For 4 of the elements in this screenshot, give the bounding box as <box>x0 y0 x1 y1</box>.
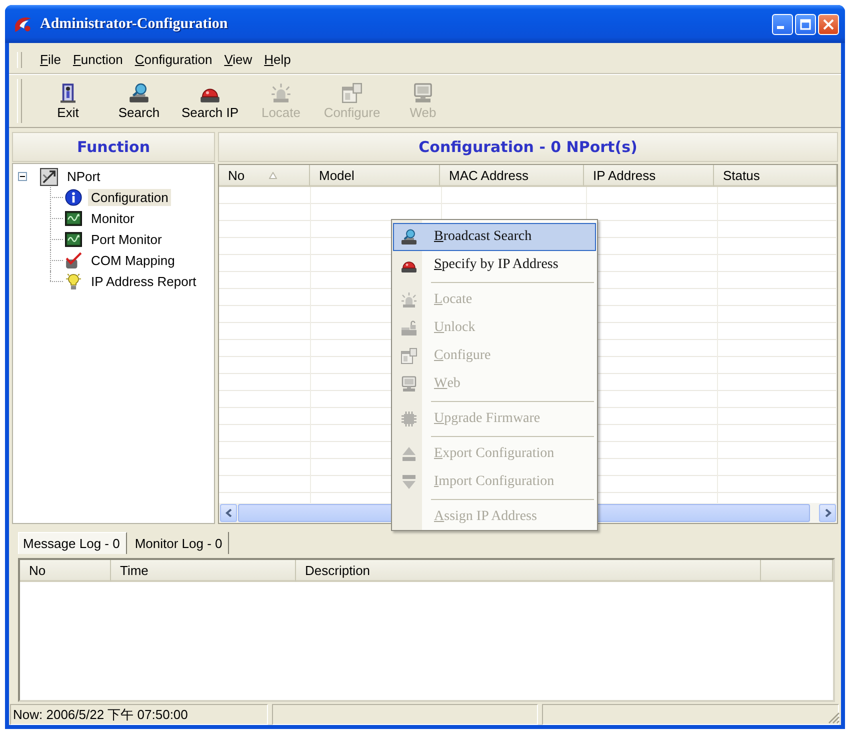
status-text: Now: 2006/5/22 下午 07:50:00 <box>10 704 268 725</box>
configuration-header: Configuration - 0 NPort(s) <box>218 132 838 162</box>
function-header: Function <box>12 132 215 162</box>
window-title: Administrator-Configuration <box>40 16 228 32</box>
